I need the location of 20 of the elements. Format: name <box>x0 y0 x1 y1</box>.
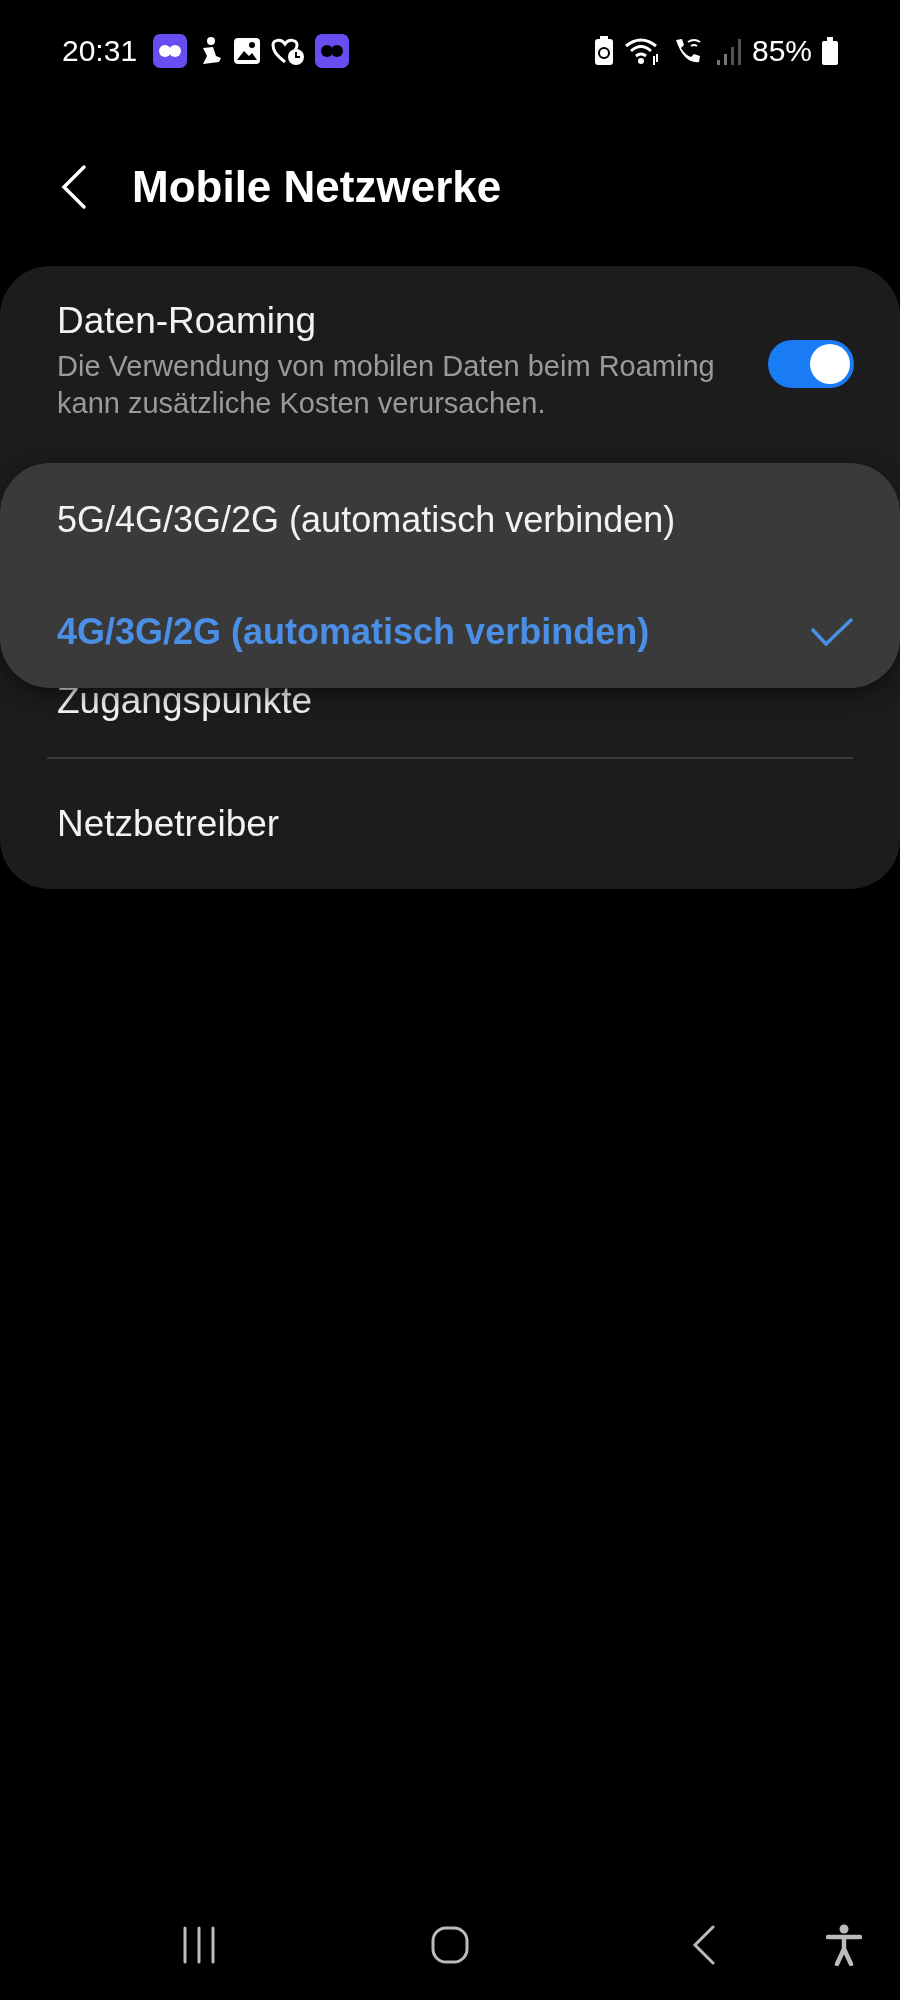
battery-icon <box>822 37 838 65</box>
checkmark-icon <box>810 616 854 647</box>
setting-title: Daten-Roaming <box>57 300 318 342</box>
image-icon <box>233 37 262 65</box>
home-button[interactable] <box>431 1926 469 1964</box>
toggle-switch[interactable] <box>768 340 854 388</box>
app-icon <box>315 34 350 68</box>
battery-saver-icon <box>593 36 614 66</box>
battery-percentage: 85% <box>751 34 812 68</box>
back-nav-button[interactable] <box>692 1925 716 1965</box>
setting-item[interactable]: Netzbetreiber <box>57 803 280 845</box>
popup-option[interactable]: 5G/4G/3G/2G (automatisch verbinden) <box>0 463 900 576</box>
heart-clock-icon <box>271 36 306 66</box>
page-title: Mobile Netzwerke <box>132 162 502 212</box>
signal-icon <box>715 36 742 66</box>
recents-button[interactable] <box>182 1926 216 1964</box>
setting-description: Die Verwendung von mobilen Daten beim Roaming kann zusätzliche Kosten verursachen. <box>57 349 716 421</box>
accessibility-button[interactable] <box>826 1924 862 1966</box>
app-icon <box>153 34 188 68</box>
status-time: 20:31 <box>62 34 138 68</box>
